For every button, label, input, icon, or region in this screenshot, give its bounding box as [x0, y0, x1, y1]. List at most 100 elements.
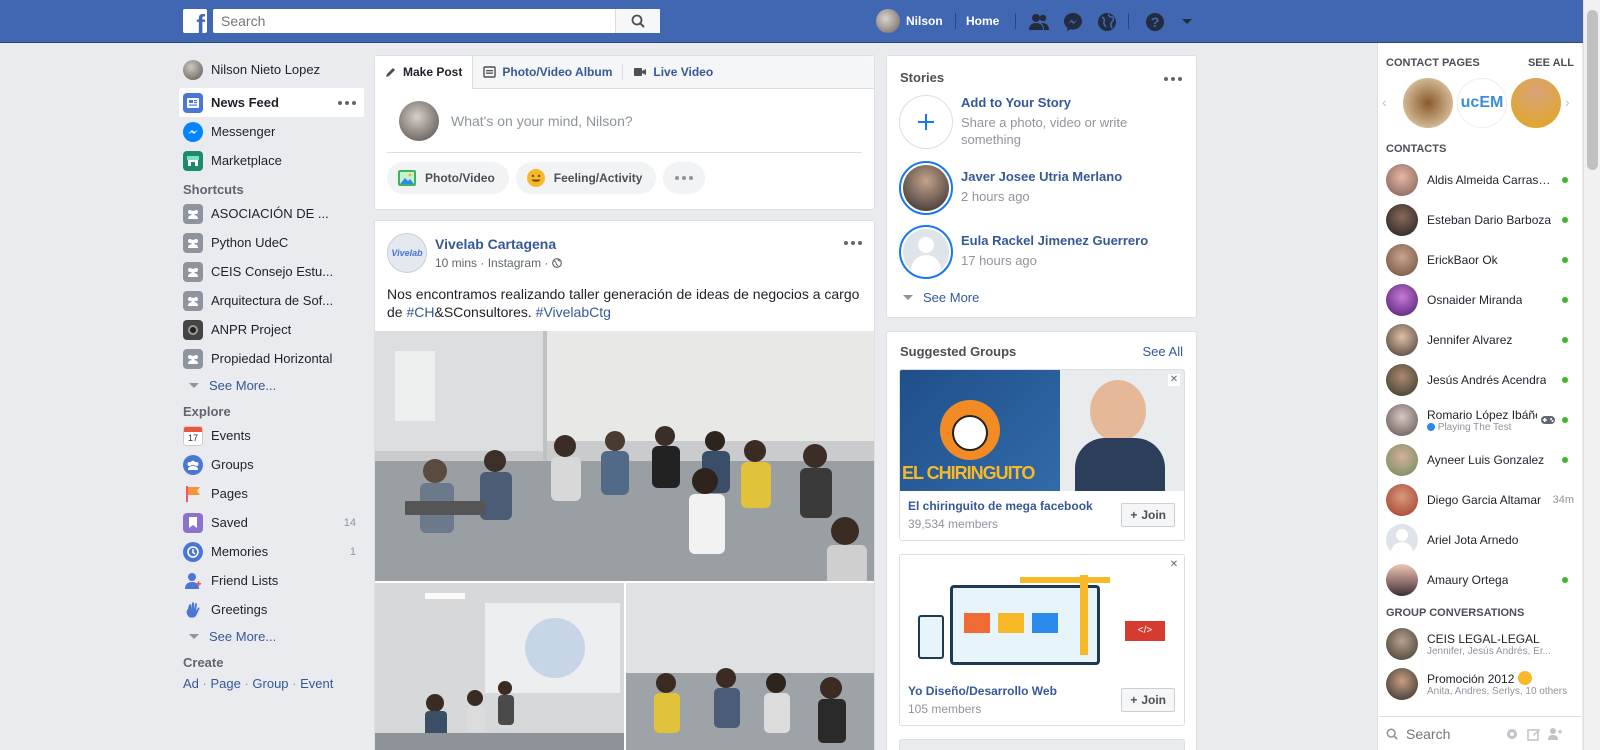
see-all-link[interactable]: SEE ALL — [1528, 57, 1574, 69]
hashtag-link[interactable]: #VivelabCtg — [536, 304, 611, 320]
tab-live-video[interactable]: Live Video — [623, 56, 723, 89]
contact-row[interactable]: Diego Garcia Altamar 34m — [1378, 480, 1582, 520]
profile-link[interactable]: Nilson Nieto Lopez — [179, 55, 364, 84]
sidebar-item-friend-lists[interactable]: Friend Lists — [179, 566, 364, 595]
group-members: Jennifer, Jesús Andrés, Er... — [1427, 645, 1551, 657]
shortcuts-see-more-link[interactable]: See More... — [179, 373, 364, 397]
story-item[interactable]: Javer Josee Utria Merlano 2 hours ago — [887, 161, 1196, 215]
online-indicator — [1562, 337, 1568, 343]
help-icon[interactable]: ? — [1144, 11, 1166, 33]
contact-row[interactable]: Ariel Jota Arnedo — [1378, 520, 1582, 560]
notifications-globe-icon[interactable] — [1096, 11, 1118, 33]
sidebar-item-news-feed[interactable]: News Feed — [179, 88, 364, 117]
contact-name: ErickBaor Ok — [1427, 253, 1498, 267]
group-conversation-row[interactable]: Promoción 2012 Anita, Andres, Serlys, 10… — [1378, 664, 1582, 704]
create-event-link[interactable]: Event — [300, 676, 333, 691]
stories-see-more-link[interactable]: See More — [887, 285, 1196, 309]
search-button[interactable] — [615, 9, 660, 33]
more-options-button[interactable] — [663, 162, 706, 194]
create-page-link[interactable]: Page — [210, 676, 240, 691]
contact-row[interactable]: Esteban Dario Barboza — [1378, 200, 1582, 240]
shortcut-item[interactable]: Arquitectura de Sof... — [179, 286, 364, 315]
close-icon[interactable]: ✕ — [1168, 559, 1180, 571]
suggested-groups-header: Suggested Groups See All — [887, 332, 1196, 359]
sidebar-item-events[interactable]: 17 Events — [179, 421, 364, 450]
tab-photo-video-album[interactable]: Photo/Video Album — [473, 56, 622, 89]
shortcut-item[interactable]: ANPR Project — [179, 315, 364, 344]
create-ad-link[interactable]: Ad — [183, 676, 199, 691]
messenger-notifications-icon[interactable] — [1062, 11, 1084, 33]
see-all-link[interactable]: See All — [1143, 344, 1183, 359]
more-options-icon[interactable] — [338, 101, 356, 105]
friend-requests-icon[interactable] — [1028, 11, 1050, 33]
scrollbar-thumb[interactable] — [1587, 10, 1598, 170]
create-group-link[interactable]: Group — [252, 676, 288, 691]
hashtag-link[interactable]: #CH — [406, 304, 434, 320]
chevron-right-icon[interactable]: › — [1565, 94, 1570, 110]
contact-page-avatar[interactable] — [1403, 78, 1453, 128]
contact-row[interactable]: Romario López Ibáñez Playing The Test — [1378, 400, 1582, 440]
page-scrollbar[interactable] — [1583, 0, 1600, 750]
plus-icon — [899, 95, 953, 149]
close-icon[interactable]: ✕ — [1168, 374, 1180, 386]
sidebar-item-label: Greetings — [211, 602, 268, 617]
add-story-row[interactable]: Add to Your Story Share a photo, video o… — [887, 95, 1196, 149]
join-group-button[interactable]: + Join — [1121, 503, 1175, 527]
sidebar-item-groups[interactable]: Groups — [179, 450, 364, 479]
sidebar-item-messenger[interactable]: Messenger — [179, 117, 364, 146]
shortcut-item[interactable]: CEIS Consejo Estu... — [179, 257, 364, 286]
contact-row[interactable]: Jennifer Alvarez — [1378, 320, 1582, 360]
post-options-icon[interactable] — [844, 241, 862, 245]
sidebar-item-label: Arquitectura de Sof... — [211, 293, 334, 308]
compose-icon[interactable] — [1527, 727, 1541, 741]
post-photo-thumb[interactable] — [375, 583, 624, 750]
search-input[interactable] — [213, 9, 613, 33]
album-icon — [483, 66, 497, 78]
sidebar-item-marketplace[interactable]: Marketplace — [179, 146, 364, 175]
create-group-icon[interactable] — [1547, 727, 1563, 741]
sidebar-item-saved[interactable]: Saved 14 — [179, 508, 364, 537]
group-conversation-row[interactable]: CEIS LEGAL-LEGAL Jennifer, Jesús Andrés, … — [1378, 624, 1582, 664]
avatar — [1386, 324, 1418, 356]
shortcut-item[interactable]: Python UdeC — [179, 228, 364, 257]
shortcut-item[interactable]: Propiedad Horizontal — [179, 344, 364, 373]
shortcut-item[interactable]: ASOCIACIÓN DE ... — [179, 199, 364, 228]
contact-row[interactable]: Osnaider Miranda — [1378, 280, 1582, 320]
facebook-logo[interactable]: f — [183, 9, 207, 33]
sidebar-item-pages[interactable]: Pages — [179, 479, 364, 508]
contact-row[interactable]: Jesús Andrés Acendra — [1378, 360, 1582, 400]
photo-video-button[interactable]: Photo/Video — [387, 162, 509, 194]
chevron-left-icon[interactable]: ‹ — [1382, 94, 1387, 110]
post-author-link[interactable]: Vivelab Cartagena — [435, 236, 562, 252]
sidebar-item-greetings[interactable]: Greetings — [179, 595, 364, 624]
online-indicator — [1562, 297, 1568, 303]
contact-row[interactable]: Ayneer Luis Gonzalez — [1378, 440, 1582, 480]
group-card[interactable] — [899, 739, 1185, 750]
chat-search-input[interactable] — [1406, 725, 1506, 742]
contact-row[interactable]: Aldis Almeida Carrasquilla — [1378, 160, 1582, 200]
explore-see-more-link[interactable]: See More... — [179, 624, 364, 648]
home-link[interactable]: Home — [966, 14, 999, 28]
feeling-activity-button[interactable]: Feeling/Activity — [515, 162, 657, 194]
account-menu-chevron-icon[interactable] — [1176, 11, 1198, 33]
group-card[interactable]: </> ✕ Yo Diseño/Desarrollo Web 105 membe… — [899, 554, 1185, 726]
contact-row[interactable]: ErickBaor Ok — [1378, 240, 1582, 280]
stories-options-icon[interactable] — [1164, 77, 1182, 81]
bookmark-icon — [183, 512, 203, 533]
sidebar-item-memories[interactable]: Memories 1 — [179, 537, 364, 566]
tab-make-post[interactable]: Make Post — [375, 55, 474, 89]
nav-profile-link[interactable]: Nilson — [876, 9, 943, 33]
group-card[interactable]: EL CHIRINGUITO ✕ El chiringuito de mega … — [899, 369, 1185, 541]
post-photo-main[interactable] — [375, 331, 874, 581]
post-photo-thumb[interactable] — [626, 583, 874, 750]
contact-row[interactable]: Amaury Ortega — [1378, 560, 1582, 600]
gear-icon[interactable] — [1505, 727, 1519, 741]
messenger-icon — [183, 121, 203, 142]
join-group-button[interactable]: + Join — [1121, 688, 1175, 712]
contact-page-avatar[interactable] — [1511, 78, 1561, 128]
story-item[interactable]: Eula Rackel Jimenez Guerrero 17 hours ag… — [887, 225, 1196, 279]
post-timestamp[interactable]: 10 mins — [435, 256, 477, 270]
avatar[interactable]: Vivelab — [387, 233, 427, 273]
composer-input-area[interactable]: What's on your mind, Nilson? — [387, 89, 862, 153]
contact-page-avatar[interactable]: ucEM — [1457, 78, 1507, 128]
